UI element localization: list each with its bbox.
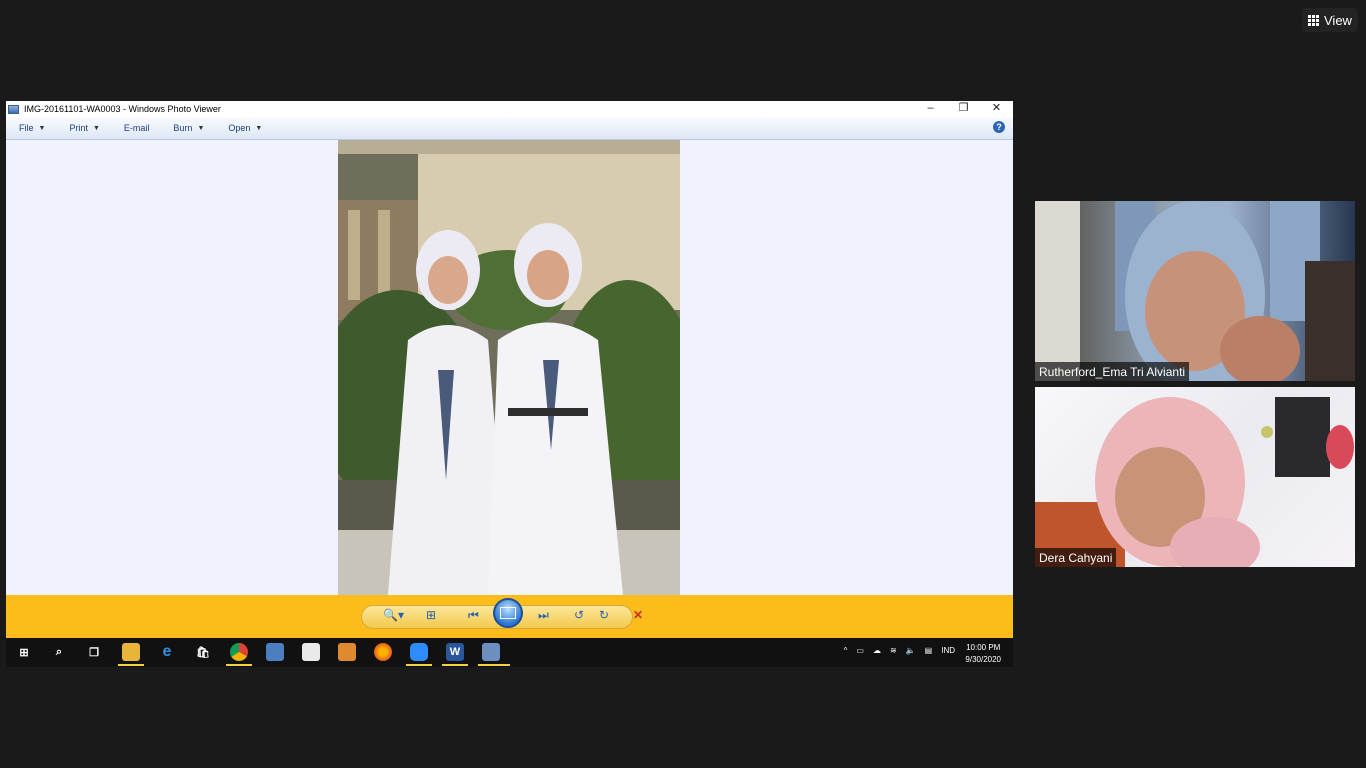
window-title: IMG-20161101-WA0003 - Windows Photo View… <box>24 104 221 114</box>
video-player-icon[interactable] <box>338 643 356 661</box>
participant-name: Rutherford_Ema Tri Alvianti <box>1035 362 1190 381</box>
search-icon[interactable]: ⌕ <box>50 643 68 661</box>
menu-file-label: File <box>19 123 34 133</box>
caret-down-icon: ▼ <box>197 124 205 132</box>
store-icon[interactable]: 🛍 <box>194 643 212 661</box>
caret-down-icon: ▼ <box>255 124 263 132</box>
chrome-icon[interactable] <box>230 643 248 661</box>
slideshow-button[interactable] <box>493 598 523 628</box>
battery-icon[interactable]: ▭ <box>856 646 864 655</box>
windows-taskbar: ⊞ ⌕ ❐ e 🛍 W ^ ▭ ☁ ≋ 🔈 ▤ IND 10:00 PM 9/3… <box>6 638 1013 667</box>
participant-video-tile[interactable]: Dera Cahyani <box>1035 387 1355 567</box>
menu-print-label: Print <box>69 123 88 133</box>
task-view-icon[interactable]: ❐ <box>85 643 103 661</box>
view-label: View <box>1324 12 1352 28</box>
word-icon[interactable]: W <box>446 643 464 661</box>
caret-down-icon: ▼ <box>38 124 46 132</box>
participant-video-tile[interactable]: Rutherford_Ema Tri Alvianti <box>1035 201 1355 381</box>
menu-burn[interactable]: Burn ▼ <box>173 123 204 133</box>
menu-email[interactable]: E-mail <box>124 123 150 133</box>
menu-file[interactable]: File ▼ <box>19 123 45 133</box>
start-icon[interactable]: ⊞ <box>15 643 33 661</box>
viewer-control-bar: 🔍▾ ⊞ ⏮ ⏭ ↺ ↻ ✕ <box>6 595 1013 638</box>
menu-open-label: Open <box>228 123 251 133</box>
view-button[interactable]: View <box>1302 8 1358 32</box>
close-button[interactable]: ✕ <box>980 101 1013 117</box>
image-viewport <box>6 140 1013 595</box>
computer-icon[interactable] <box>266 643 284 661</box>
delete-icon[interactable]: ✕ <box>633 608 643 622</box>
clock[interactable]: 10:00 PM 9/30/2020 <box>965 642 1001 666</box>
chevron-up-icon[interactable]: ^ <box>844 646 848 655</box>
photo-viewer-icon <box>8 104 19 114</box>
caret-down-icon: ▼ <box>92 124 100 132</box>
rotate-counterclockwise-icon[interactable]: ↺ <box>574 608 584 622</box>
previous-icon[interactable]: ⏮ <box>468 608 479 622</box>
wifi-icon[interactable]: ≋ <box>890 646 897 655</box>
active-indicator <box>478 664 510 666</box>
participant-video-icon <box>1035 397 1354 567</box>
clock-date: 9/30/2020 <box>965 655 1001 664</box>
edge-icon[interactable]: e <box>158 643 176 661</box>
photo-viewer-task-icon[interactable] <box>482 643 500 661</box>
clock-time: 10:00 PM <box>966 643 1001 652</box>
cloud-icon[interactable]: ☁ <box>873 646 881 655</box>
window-titlebar[interactable]: IMG-20161101-WA0003 - Windows Photo View… <box>6 101 1013 117</box>
active-indicator <box>442 664 468 666</box>
help-icon[interactable]: ? <box>993 121 1005 133</box>
language-indicator[interactable]: IND <box>941 646 955 655</box>
active-indicator <box>406 664 432 666</box>
zoom-app-icon[interactable] <box>410 643 428 661</box>
participant-video-icon <box>1035 201 1355 381</box>
displayed-photo <box>338 140 680 595</box>
menu-print[interactable]: Print ▼ <box>69 123 99 133</box>
notification-icon[interactable]: ▤ <box>925 646 933 655</box>
slideshow-icon <box>500 607 516 619</box>
fit-to-window-icon[interactable]: ⊞ <box>426 608 436 622</box>
menu-email-label: E-mail <box>123 123 150 133</box>
next-icon[interactable]: ⏭ <box>538 608 549 622</box>
maximize-button[interactable]: ❐ <box>947 101 980 117</box>
zoom-icon[interactable]: 🔍▾ <box>383 608 404 622</box>
camera-icon[interactable] <box>302 643 320 661</box>
participant-name: Dera Cahyani <box>1035 548 1117 567</box>
system-tray: ^ ▭ ☁ ≋ 🔈 ▤ IND <box>844 646 955 655</box>
volume-icon[interactable]: 🔈 <box>906 646 916 655</box>
minimize-button[interactable]: – <box>914 101 947 117</box>
active-indicator <box>226 664 252 666</box>
grid-icon <box>1308 14 1319 26</box>
photo-of-two-students-icon <box>338 140 680 595</box>
menu-bar: File ▼ Print ▼ E-mail Burn ▼ Open ▼ ? <box>6 117 1013 140</box>
menu-burn-label: Burn <box>173 123 193 133</box>
active-indicator <box>118 664 144 666</box>
file-explorer-icon[interactable] <box>122 643 140 661</box>
firefox-icon[interactable] <box>374 643 392 661</box>
shared-screen: IMG-20161101-WA0003 - Windows Photo View… <box>6 101 1013 667</box>
rotate-clockwise-icon[interactable]: ↻ <box>599 608 609 622</box>
menu-open[interactable]: Open ▼ <box>228 123 262 133</box>
